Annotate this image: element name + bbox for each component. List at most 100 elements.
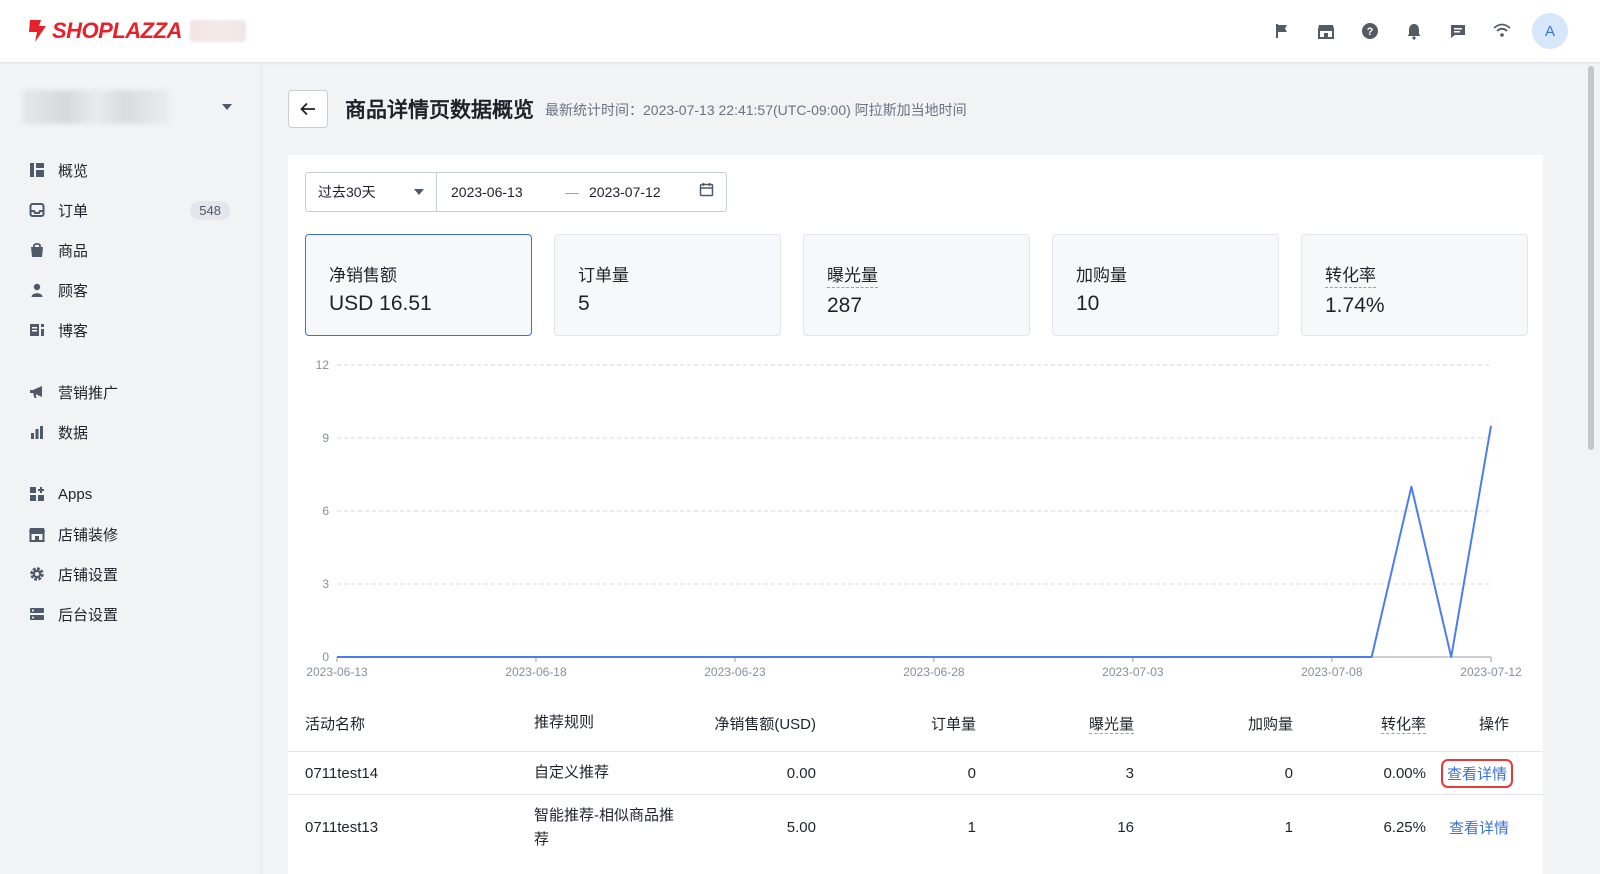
top-bar: SHOPLAZZA ? A	[0, 0, 1600, 63]
metric-card-add-to-cart[interactable]: 加购量 10	[1052, 234, 1279, 336]
sidebar-item-overview[interactable]: 概览	[0, 150, 262, 190]
sidebar-item-admin-settings[interactable]: 后台设置	[0, 594, 262, 634]
cell-action: 查看详情	[1426, 817, 1526, 838]
overview-icon	[28, 161, 46, 179]
store-icon[interactable]	[1304, 13, 1348, 49]
column-header: 活动名称	[305, 715, 366, 733]
sidebar-item-label: 后台设置	[58, 606, 119, 624]
page-title: 商品详情页数据概览	[345, 99, 534, 122]
metric-label: 订单量	[578, 266, 629, 285]
cell-name: 0711test14	[305, 764, 379, 782]
column-header-label: 曝光量	[1088, 715, 1134, 734]
nav-growth: 营销推广 数据	[0, 372, 262, 452]
x-tick-label: 2023-06-13	[306, 665, 368, 679]
sidebar-item-orders[interactable]: 订单 548	[0, 190, 262, 230]
x-tick-label: 2023-06-28	[903, 665, 965, 679]
table-row: 0711test13 智能推荐-相似商品推荐 5.00 1 16 1 6.25%…	[288, 795, 1543, 860]
cell-rule: 自定义推荐	[534, 764, 610, 781]
person-icon	[28, 281, 46, 299]
apps-icon	[28, 485, 46, 503]
message-icon[interactable]	[1436, 13, 1480, 49]
cell-orders: 1	[967, 819, 976, 836]
cell-carts: 1	[1284, 819, 1293, 836]
bell-icon[interactable]	[1392, 13, 1436, 49]
cell-sales: 0.00	[786, 764, 816, 782]
bag-icon	[28, 241, 46, 259]
column-header-label: 转化率	[1380, 715, 1426, 734]
sidebar-item-label: 数据	[58, 424, 89, 442]
cell-sales: 5.00	[786, 819, 816, 836]
sidebar-item-label: 店铺装修	[58, 526, 119, 544]
column-header: 推荐规则	[534, 714, 595, 731]
metric-value: 1.74%	[1325, 294, 1385, 317]
sidebar-item-store-settings[interactable]: 店铺设置	[0, 554, 262, 594]
cell-rule: 智能推荐-相似商品推荐	[534, 806, 674, 848]
view-details-link[interactable]: 查看详情	[1449, 817, 1509, 838]
column-header: 加购量	[1247, 715, 1293, 733]
date-separator: —	[565, 184, 579, 200]
x-tick-label: 2023-07-03	[1102, 665, 1164, 679]
server-icon	[28, 605, 46, 623]
nav-store: Apps 店铺装修 店铺设置 后台设置	[0, 474, 262, 634]
column-header: 操作	[1478, 715, 1509, 733]
sidebar-item-theme[interactable]: 店铺装修	[0, 514, 262, 554]
gear-icon	[28, 565, 46, 583]
metric-value: 5	[578, 292, 590, 315]
sidebar: 概览 订单 548 商品 顾客 博客 营销推广 数据 Apps 店铺装修 店铺设…	[0, 64, 262, 874]
store-name-blurred	[189, 20, 246, 42]
series-line	[337, 425, 1492, 658]
page-scrollbar[interactable]	[1588, 66, 1594, 450]
sidebar-item-label: 营销推广	[58, 384, 119, 402]
end-date-input[interactable]: 2023-07-12	[589, 184, 699, 200]
metric-card-conversion-rate[interactable]: 转化率 1.74%	[1301, 234, 1528, 336]
sidebar-item-label: 商品	[58, 242, 89, 260]
metric-label: 曝光量	[827, 261, 878, 288]
cell-action: 查看详情	[1426, 758, 1526, 788]
date-preset-select[interactable]: 过去30天	[306, 173, 437, 211]
overview-card: 过去30天 2023-06-13 — 2023-07-12 净销售额 USD 1…	[288, 155, 1543, 874]
cell-views: 16	[1117, 819, 1134, 836]
metric-card-net-sales[interactable]: 净销售额 USD 16.51	[305, 234, 532, 336]
cell-orders: 0	[967, 764, 976, 782]
metric-label: 转化率	[1325, 261, 1376, 288]
x-tick-label: 2023-07-12	[1460, 665, 1522, 679]
metric-value: USD 16.51	[329, 292, 432, 315]
inbox-icon	[28, 201, 46, 219]
table-row: 0711test14 自定义推荐 0.00 0 3 0 0.00% 查看详情	[288, 752, 1543, 795]
store-selector-blurred-name	[22, 90, 170, 124]
avatar[interactable]: A	[1532, 13, 1568, 49]
sidebar-item-label: Apps	[58, 485, 93, 503]
brand-name: SHOPLAZZA	[52, 18, 182, 43]
blog-icon	[28, 321, 46, 339]
start-date-input[interactable]: 2023-06-13	[451, 184, 561, 200]
metric-card-views[interactable]: 曝光量 287	[803, 234, 1030, 336]
wifi-icon[interactable]	[1480, 13, 1524, 49]
back-button[interactable]	[288, 90, 328, 128]
sidebar-item-products[interactable]: 商品	[0, 230, 262, 270]
date-preset-value: 过去30天	[318, 184, 376, 200]
sidebar-item-customers[interactable]: 顾客	[0, 270, 262, 310]
view-details-link[interactable]: 查看详情	[1440, 758, 1514, 788]
column-header: 转化率	[1293, 713, 1426, 734]
chevron-down-icon	[222, 104, 232, 110]
help-icon[interactable]: ?	[1348, 13, 1392, 49]
column-header: 订单量	[930, 715, 976, 733]
sidebar-item-marketing[interactable]: 营销推广	[0, 372, 262, 412]
y-tick-label: 6	[322, 504, 329, 518]
sidebar-item-apps[interactable]: Apps	[0, 474, 262, 514]
arrow-left-icon	[300, 102, 315, 116]
bar-chart-icon	[28, 423, 46, 441]
chevron-down-icon	[414, 189, 424, 195]
metric-card-orders[interactable]: 订单量 5	[554, 234, 781, 336]
flag-icon[interactable]	[1260, 13, 1304, 49]
sidebar-item-analytics[interactable]: 数据	[0, 412, 262, 452]
logo[interactable]: SHOPLAZZA	[26, 18, 246, 44]
calendar-icon[interactable]	[699, 182, 714, 202]
metric-label: 加购量	[1076, 266, 1127, 285]
x-tick-label: 2023-06-18	[505, 665, 567, 679]
y-tick-label: 12	[316, 358, 330, 372]
nav-main: 概览 订单 548 商品 顾客 博客	[0, 150, 262, 350]
svg-text:?: ?	[1367, 26, 1374, 38]
store-selector[interactable]	[22, 90, 240, 124]
sidebar-item-blog[interactable]: 博客	[0, 310, 262, 350]
